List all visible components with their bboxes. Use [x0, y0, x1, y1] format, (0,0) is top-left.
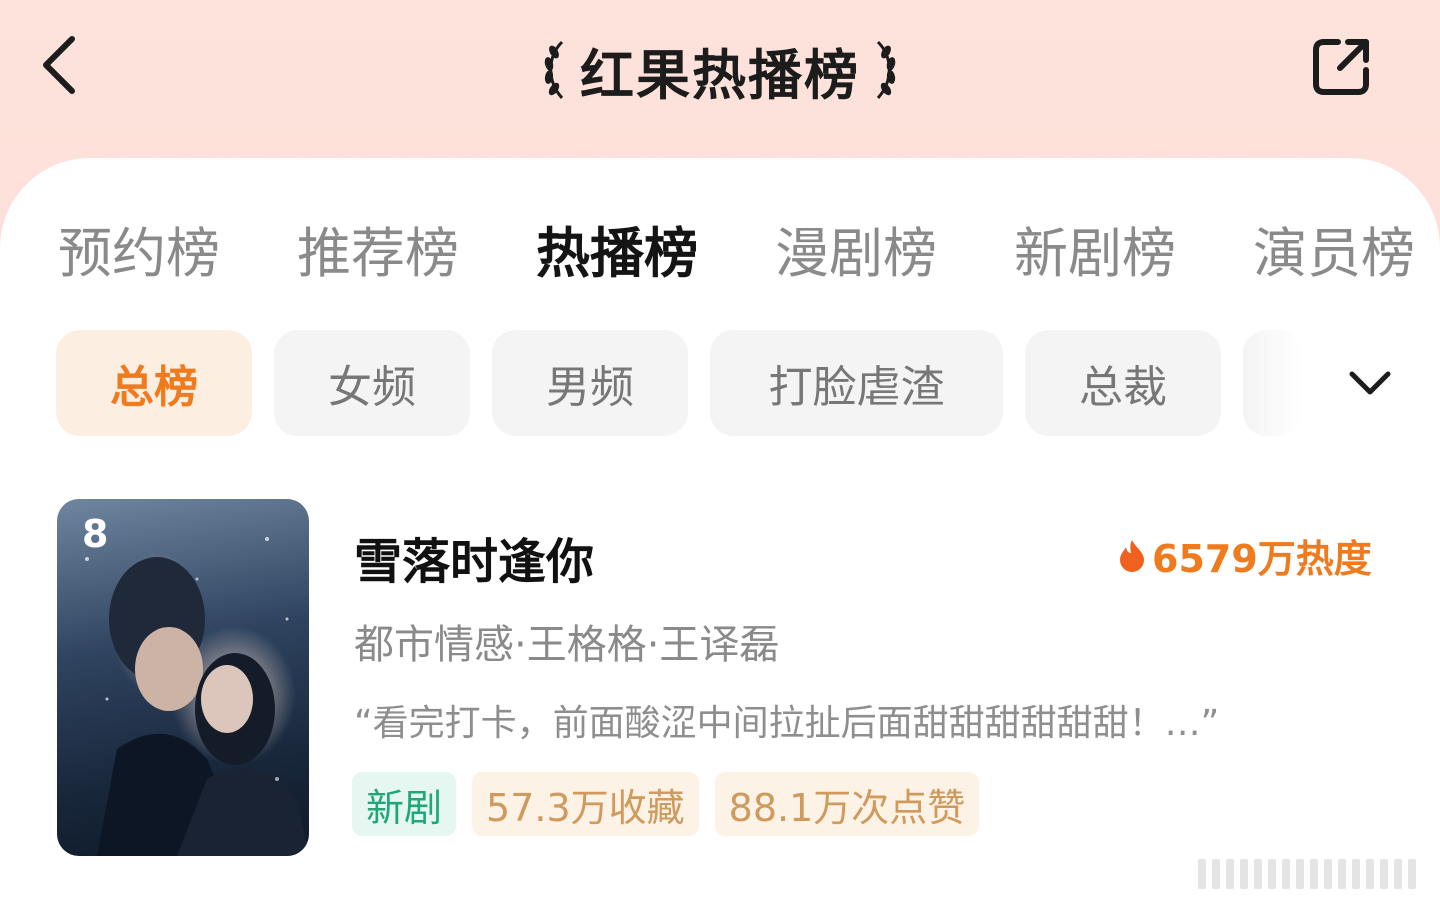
chip-ceo[interactable]: 总裁: [1025, 330, 1221, 436]
back-button[interactable]: [28, 30, 88, 100]
drama-title[interactable]: 雪落时逢你: [354, 522, 594, 592]
chip-overflow: [1243, 330, 1303, 436]
heat-badge: 6579万热度: [1118, 530, 1372, 581]
laurel-left-icon: [544, 40, 564, 99]
tab-reservation[interactable]: 预约榜: [58, 209, 220, 288]
share-button[interactable]: [1305, 32, 1377, 102]
heat-value: 6579万热度: [1152, 536, 1372, 581]
tag-new: 新剧: [352, 772, 457, 836]
tab-actors[interactable]: 演员榜: [1253, 209, 1415, 288]
page-title: 红果热播榜: [580, 43, 860, 107]
tag-favorites: 57.3万收藏: [472, 772, 699, 836]
tab-hot[interactable]: 热播榜: [536, 209, 698, 288]
page-title-group: 红果热播榜: [520, 30, 920, 110]
expand-chips-button[interactable]: [1330, 350, 1410, 416]
laurel-right-icon: [876, 40, 896, 99]
drama-meta: 都市情感·王格格·王译磊: [354, 622, 780, 668]
chip-male[interactable]: 男频: [492, 330, 688, 436]
rank-tabs: 预约榜 推荐榜 热播榜 漫剧榜 新剧榜 演员榜: [58, 208, 1440, 288]
tab-comic[interactable]: 漫剧榜: [775, 209, 937, 288]
category-chips: 总榜 女频 男频 打脸虐渣 总裁: [56, 330, 1356, 436]
chip-all[interactable]: 总榜: [56, 330, 252, 436]
tag-likes: 88.1万次点赞: [714, 772, 980, 836]
tab-recommend[interactable]: 推荐榜: [297, 209, 459, 288]
chip-female[interactable]: 女频: [274, 330, 470, 436]
header: 红果热播榜: [0, 0, 1440, 150]
share-icon: [1313, 39, 1369, 95]
rank-number: 8: [82, 512, 109, 556]
fire-icon: [1120, 540, 1144, 572]
chip-revenge[interactable]: 打脸虐渣: [710, 330, 1003, 436]
watermark-bars: [1198, 858, 1428, 890]
tab-new[interactable]: 新剧榜: [1014, 209, 1176, 288]
chevron-left-icon: [43, 36, 75, 94]
chevron-down-icon: [1349, 371, 1391, 395]
drama-tags: 新剧 57.3万收藏 88.1万次点赞: [352, 772, 980, 836]
drama-quote: “看完打卡，前面酸涩中间拉扯后面甜甜甜甜甜甜！…”: [354, 703, 1220, 744]
